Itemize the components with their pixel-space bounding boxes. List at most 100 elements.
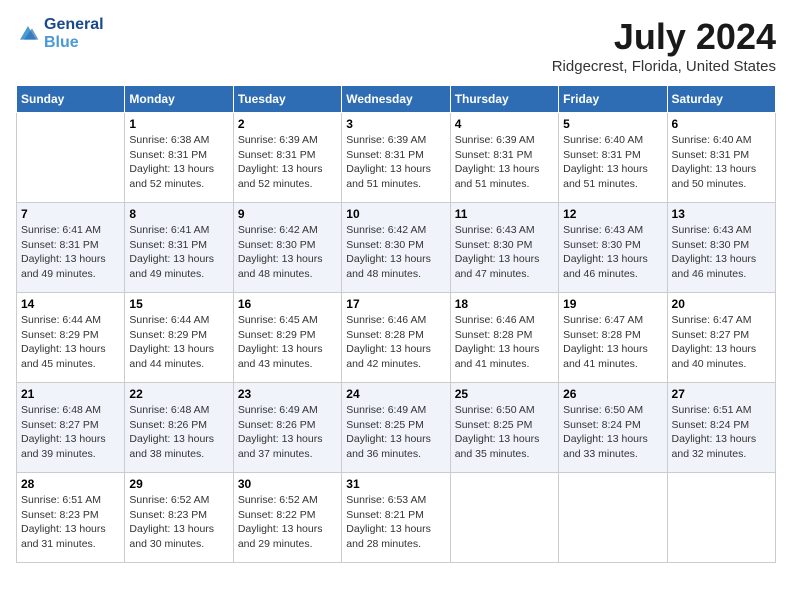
calendar-cell: 5 Sunrise: 6:40 AMSunset: 8:31 PMDaylight…: [559, 113, 667, 203]
calendar-cell: 30 Sunrise: 6:52 AMSunset: 8:22 PMDayligh…: [233, 473, 341, 563]
calendar-cell: 8 Sunrise: 6:41 AMSunset: 8:31 PMDaylight…: [125, 203, 233, 293]
calendar-week-row: 7 Sunrise: 6:41 AMSunset: 8:31 PMDaylight…: [17, 203, 776, 293]
calendar-cell: [17, 113, 125, 203]
day-info: Sunrise: 6:46 AMSunset: 8:28 PMDaylight:…: [346, 313, 445, 372]
calendar-cell: 27 Sunrise: 6:51 AMSunset: 8:24 PMDayligh…: [667, 383, 775, 473]
day-number: 27: [672, 387, 771, 401]
calendar-cell: 21Sunrise: 6:48 AMSunset: 8:27 PMDayligh…: [17, 383, 125, 473]
day-number: 16: [238, 297, 337, 311]
calendar-cell: 7Sunrise: 6:41 AMSunset: 8:31 PMDaylight…: [17, 203, 125, 293]
day-number: 14: [21, 297, 120, 311]
day-number: 1: [129, 117, 228, 131]
weekday-header-friday: Friday: [559, 86, 667, 113]
weekday-header-thursday: Thursday: [450, 86, 558, 113]
calendar-cell: 13 Sunrise: 6:43 AMSunset: 8:30 PMDayligh…: [667, 203, 775, 293]
day-number: 29: [129, 477, 228, 491]
day-number: 19: [563, 297, 662, 311]
day-number: 13: [672, 207, 771, 221]
calendar-cell: 10 Sunrise: 6:42 AMSunset: 8:30 PMDayligh…: [342, 203, 450, 293]
calendar-cell: 24 Sunrise: 6:49 AMSunset: 8:25 PMDayligh…: [342, 383, 450, 473]
weekday-header-monday: Monday: [125, 86, 233, 113]
day-number: 18: [455, 297, 554, 311]
weekday-header-wednesday: Wednesday: [342, 86, 450, 113]
day-number: 7: [21, 207, 120, 221]
day-number: 6: [672, 117, 771, 131]
day-number: 26: [563, 387, 662, 401]
calendar-header-row: SundayMondayTuesdayWednesdayThursdayFrid…: [17, 86, 776, 113]
day-info: Sunrise: 6:48 AMSunset: 8:26 PMDaylight:…: [129, 403, 228, 462]
day-info: Sunrise: 6:45 AMSunset: 8:29 PMDaylight:…: [238, 313, 337, 372]
day-number: 4: [455, 117, 554, 131]
calendar-cell: 29 Sunrise: 6:52 AMSunset: 8:23 PMDayligh…: [125, 473, 233, 563]
calendar-cell: 11 Sunrise: 6:43 AMSunset: 8:30 PMDayligh…: [450, 203, 558, 293]
logo-icon: [16, 22, 40, 46]
day-info: Sunrise: 6:42 AMSunset: 8:30 PMDaylight:…: [346, 223, 445, 282]
calendar-cell: 28Sunrise: 6:51 AMSunset: 8:23 PMDayligh…: [17, 473, 125, 563]
calendar-cell: 18Sunrise: 6:46 AMSunset: 8:28 PMDayligh…: [450, 293, 558, 383]
calendar-cell: 9 Sunrise: 6:42 AMSunset: 8:30 PMDaylight…: [233, 203, 341, 293]
day-info: Sunrise: 6:52 AMSunset: 8:22 PMDaylight:…: [238, 493, 337, 552]
logo: General Blue: [16, 16, 104, 51]
calendar-week-row: 28Sunrise: 6:51 AMSunset: 8:23 PMDayligh…: [17, 473, 776, 563]
calendar-cell: 2Sunrise: 6:39 AMSunset: 8:31 PMDaylight…: [233, 113, 341, 203]
day-info: Sunrise: 6:40 AMSunset: 8:31 PMDaylight:…: [672, 133, 771, 192]
weekday-header-sunday: Sunday: [17, 86, 125, 113]
day-info: Sunrise: 6:44 AMSunset: 8:29 PMDaylight:…: [129, 313, 228, 372]
header: General Blue July 2024 Ridgecrest, Flori…: [16, 16, 776, 75]
day-info: Sunrise: 6:41 AMSunset: 8:31 PMDaylight:…: [129, 223, 228, 282]
day-number: 22: [129, 387, 228, 401]
day-info: Sunrise: 6:50 AMSunset: 8:24 PMDaylight:…: [563, 403, 662, 462]
calendar-cell: 19Sunrise: 6:47 AMSunset: 8:28 PMDayligh…: [559, 293, 667, 383]
day-info: Sunrise: 6:43 AMSunset: 8:30 PMDaylight:…: [563, 223, 662, 282]
calendar-cell: 17 Sunrise: 6:46 AMSunset: 8:28 PMDayligh…: [342, 293, 450, 383]
day-info: Sunrise: 6:49 AMSunset: 8:26 PMDaylight:…: [238, 403, 337, 462]
day-number: 28: [21, 477, 120, 491]
day-number: 10: [346, 207, 445, 221]
calendar-cell: 1 Sunrise: 6:38 AMSunset: 8:31 PMDaylight…: [125, 113, 233, 203]
calendar-cell: 31Sunrise: 6:53 AMSunset: 8:21 PMDayligh…: [342, 473, 450, 563]
calendar-cell: 3Sunrise: 6:39 AMSunset: 8:31 PMDaylight…: [342, 113, 450, 203]
day-info: Sunrise: 6:47 AMSunset: 8:27 PMDaylight:…: [672, 313, 771, 372]
month-year-title: July 2024: [552, 16, 776, 58]
day-number: 24: [346, 387, 445, 401]
day-info: Sunrise: 6:40 AMSunset: 8:31 PMDaylight:…: [563, 133, 662, 192]
day-info: Sunrise: 6:39 AMSunset: 8:31 PMDaylight:…: [455, 133, 554, 192]
day-info: Sunrise: 6:39 AMSunset: 8:31 PMDaylight:…: [238, 133, 337, 192]
calendar-week-row: 14 Sunrise: 6:44 AMSunset: 8:29 PMDayligh…: [17, 293, 776, 383]
day-info: Sunrise: 6:43 AMSunset: 8:30 PMDaylight:…: [455, 223, 554, 282]
calendar-week-row: 1 Sunrise: 6:38 AMSunset: 8:31 PMDaylight…: [17, 113, 776, 203]
day-number: 15: [129, 297, 228, 311]
calendar-cell: [559, 473, 667, 563]
calendar-cell: 14 Sunrise: 6:44 AMSunset: 8:29 PMDayligh…: [17, 293, 125, 383]
calendar-cell: 16 Sunrise: 6:45 AMSunset: 8:29 PMDayligh…: [233, 293, 341, 383]
calendar-cell: 20 Sunrise: 6:47 AMSunset: 8:27 PMDayligh…: [667, 293, 775, 383]
day-number: 17: [346, 297, 445, 311]
day-number: 3: [346, 117, 445, 131]
day-number: 8: [129, 207, 228, 221]
day-number: 21: [21, 387, 120, 401]
day-info: Sunrise: 6:51 AMSunset: 8:24 PMDaylight:…: [672, 403, 771, 462]
day-info: Sunrise: 6:43 AMSunset: 8:30 PMDaylight:…: [672, 223, 771, 282]
day-number: 12: [563, 207, 662, 221]
day-number: 5: [563, 117, 662, 131]
calendar-cell: 15 Sunrise: 6:44 AMSunset: 8:29 PMDayligh…: [125, 293, 233, 383]
day-info: Sunrise: 6:38 AMSunset: 8:31 PMDaylight:…: [129, 133, 228, 192]
weekday-header-saturday: Saturday: [667, 86, 775, 113]
location-subtitle: Ridgecrest, Florida, United States: [552, 58, 776, 75]
calendar-cell: 26 Sunrise: 6:50 AMSunset: 8:24 PMDayligh…: [559, 383, 667, 473]
calendar-cell: 22 Sunrise: 6:48 AMSunset: 8:26 PMDayligh…: [125, 383, 233, 473]
day-info: Sunrise: 6:52 AMSunset: 8:23 PMDaylight:…: [129, 493, 228, 552]
title-area: July 2024 Ridgecrest, Florida, United St…: [552, 16, 776, 75]
day-number: 20: [672, 297, 771, 311]
day-info: Sunrise: 6:49 AMSunset: 8:25 PMDaylight:…: [346, 403, 445, 462]
day-number: 23: [238, 387, 337, 401]
day-info: Sunrise: 6:44 AMSunset: 8:29 PMDaylight:…: [21, 313, 120, 372]
day-info: Sunrise: 6:53 AMSunset: 8:21 PMDaylight:…: [346, 493, 445, 552]
day-number: 11: [455, 207, 554, 221]
calendar-cell: 4 Sunrise: 6:39 AMSunset: 8:31 PMDaylight…: [450, 113, 558, 203]
calendar-cell: 12 Sunrise: 6:43 AMSunset: 8:30 PMDayligh…: [559, 203, 667, 293]
day-number: 30: [238, 477, 337, 491]
day-number: 9: [238, 207, 337, 221]
day-info: Sunrise: 6:42 AMSunset: 8:30 PMDaylight:…: [238, 223, 337, 282]
logo-text-line2: Blue: [44, 34, 104, 52]
